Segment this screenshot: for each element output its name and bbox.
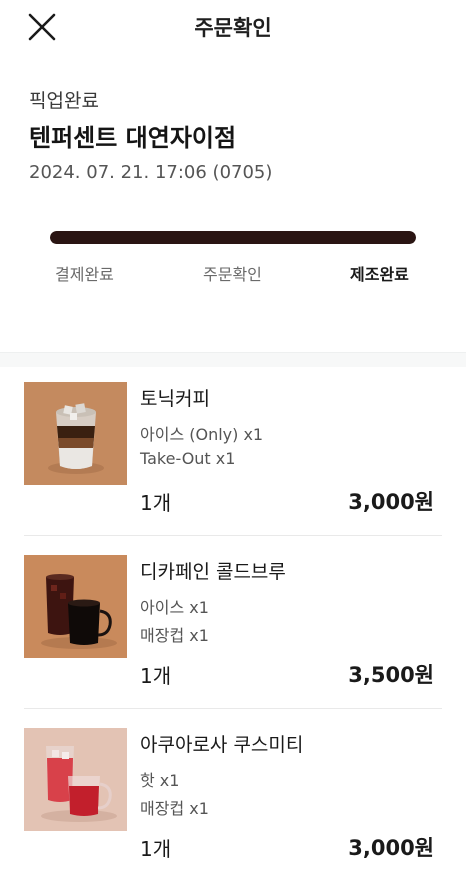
step-order-confirmed: 주문확인 [203,265,262,284]
item-quantity: 1개 [140,491,172,515]
step-payment-complete: 결제완료 [55,265,114,284]
tonic-coffee-image [24,382,127,485]
item-price: 3,000원 [348,490,434,514]
order-progress-fill [50,231,416,244]
item-option: 매장컵 x1 [140,626,209,645]
decaf-cold-brew-image [24,555,127,658]
step-preparation-complete: 제조완료 [350,265,409,284]
item-divider [24,535,442,536]
item-divider [24,708,442,709]
aqua-rosa-tea-image [24,728,127,831]
item-name: 디카페인 콜드브루 [140,561,286,583]
item-option: 매장컵 x1 [140,799,209,818]
order-item: 아쿠아로사 쿠스미티 핫 x1 매장컵 x1 1개 3,000원 [0,712,466,884]
order-datetime: 2024. 07. 21. 17:06 (0705) [29,162,273,183]
store-name: 텐퍼센트 대연자이점 [29,124,237,152]
item-option: 아이스 x1 [140,598,209,617]
item-price: 3,000원 [348,836,434,860]
pickup-status: 픽업완료 [29,90,99,112]
order-item: 디카페인 콜드브루 아이스 x1 매장컵 x1 1개 3,500원 [0,539,466,711]
top-bar: 주문확인 [0,0,466,52]
item-price: 3,500원 [348,663,434,687]
page-title: 주문확인 [194,16,272,40]
item-quantity: 1개 [140,837,172,861]
item-option: Take-Out x1 [140,449,236,468]
item-option: 아이스 (Only) x1 [140,425,264,444]
item-name: 아쿠아로사 쿠스미티 [140,734,304,756]
item-quantity: 1개 [140,664,172,688]
order-item: 토닉커피 아이스 (Only) x1 Take-Out x1 1개 3,000원 [0,366,466,538]
item-name: 토닉커피 [140,388,210,410]
section-divider [0,352,466,367]
order-progress-bar [50,231,416,244]
item-option: 핫 x1 [140,771,180,790]
